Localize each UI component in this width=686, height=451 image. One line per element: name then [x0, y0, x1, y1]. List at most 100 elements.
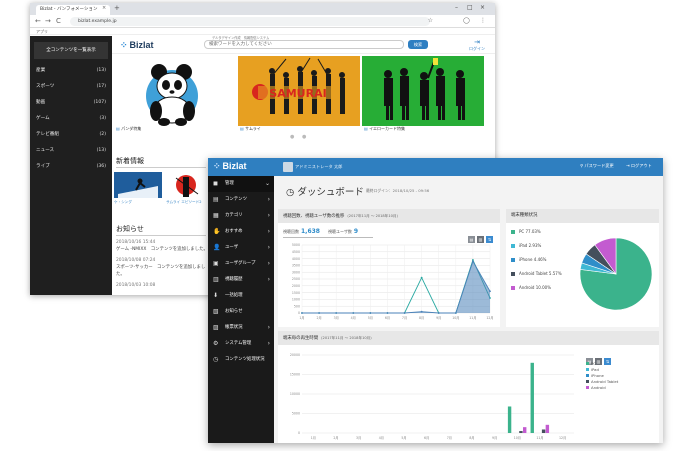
legend-label: iPhone — [591, 373, 604, 378]
banner-caption-samurai[interactable]: ▤ サムライ — [240, 126, 261, 132]
menu-item[interactable]: ⬇ 一括処理 — [208, 288, 274, 304]
y-tick-label: 5000 — [292, 243, 300, 247]
menu-label: ユーザ — [225, 245, 239, 250]
menu-item[interactable]: 👤 ユーザ › — [208, 240, 274, 256]
category-label: 産業 — [36, 68, 46, 73]
new-tab-button[interactable]: + — [114, 4, 120, 12]
menu-item[interactable]: ▨ 帳票状況 › — [208, 320, 274, 336]
search-button[interactable]: 検索 — [408, 40, 428, 49]
menu-icon: ▨ — [213, 324, 219, 331]
reload-icon[interactable]: C — [56, 17, 61, 25]
soccer-players-image — [384, 58, 465, 120]
profile-icon[interactable]: ◯ — [463, 17, 470, 24]
views-panel-title: 視聴回数、視聴ユーザ数の推移 — [283, 214, 345, 219]
views-stat-label: 視聴回数 — [283, 229, 299, 234]
series-area — [302, 261, 490, 313]
banner-caption-panda[interactable]: ▤ パンダ特集 — [116, 126, 141, 132]
legend-swatch — [511, 286, 515, 290]
legend-label: Android 10.00% — [519, 285, 551, 290]
x-tick-label: 4月 — [379, 436, 384, 440]
notice-section-title: お知らせ — [116, 225, 144, 233]
browser-tab[interactable]: Bizlat - バンフォメーション — [36, 5, 110, 15]
banner-caption-yellow-card[interactable]: ▤ イエローカード特集 — [364, 126, 405, 132]
menu-item[interactable]: ▧ お知らせ — [208, 304, 274, 320]
x-tick-label: 9月 — [492, 436, 497, 440]
login-button[interactable]: ⇥ ログイン — [467, 38, 487, 52]
banner-yellow-card[interactable] — [362, 56, 484, 126]
category-item[interactable]: 産業 (13) — [30, 63, 112, 79]
chevron-icon: › — [267, 260, 270, 267]
menu-item[interactable]: ▥ 視聴履歴 › — [208, 272, 274, 288]
category-label: テレビ番組 — [36, 132, 59, 137]
category-item[interactable]: ニュース (13) — [30, 143, 112, 159]
user-chip[interactable]: アドミニストレータ 太郎 — [283, 162, 342, 172]
brand-name: Bizlat — [222, 161, 247, 171]
users-stat-value: 9 — [353, 228, 359, 235]
category-item[interactable]: スポーツ (17) — [30, 79, 112, 95]
brand-name: Bizlat — [129, 40, 154, 50]
menu-item[interactable]: ⚙ システム管理 › — [208, 336, 274, 352]
category-item[interactable]: ライブ (36) — [30, 159, 112, 175]
device-panel-title: 端末種類状況 — [511, 213, 538, 218]
carousel-dots[interactable]: ● ● — [290, 134, 309, 140]
playtime-panel-range: (2017年11月 ～ 2018年10月) — [321, 336, 372, 340]
caption-icon: ▤ — [240, 126, 244, 131]
maximize-icon[interactable]: □ — [467, 4, 473, 11]
notice-item[interactable]: 2018/10/16 15:44 ゲーム -NMIXX コンテンツを追加しました。 — [116, 239, 210, 253]
banner-panda[interactable] — [114, 56, 236, 126]
caption-text: イエローカード特集 — [369, 126, 406, 131]
tab-title: Bizlat - バンフォメーション — [40, 7, 98, 12]
chevron-icon: › — [267, 212, 270, 219]
tab-close-icon[interactable]: × — [102, 5, 106, 11]
bookmark-star-icon[interactable]: ☆ — [428, 17, 433, 24]
category-item[interactable]: 動画 (107) — [30, 95, 112, 111]
menu-item[interactable]: ◼ 管理 ⌄ — [208, 176, 274, 192]
address-bar[interactable]: bizlat.example.jp — [70, 17, 430, 26]
browser-menu-icon[interactable]: ⋮ — [480, 17, 486, 24]
menu-item[interactable]: ▤ コンテンツ › — [208, 192, 274, 208]
menu-icon: ✋ — [213, 228, 221, 235]
menu-item[interactable]: ◷ コンテンツ処理状況 — [208, 352, 274, 368]
menu-item[interactable]: ✋ おすすめ › — [208, 224, 274, 240]
menu-icon: 👤 — [213, 244, 221, 251]
new-item-caption-1[interactable]: ケ・シング — [114, 199, 132, 206]
logout-icon: ⇥ — [626, 163, 630, 168]
notice-text: スポーツ-サッカー コンテンツを追加しました。 — [116, 265, 206, 277]
new-item-thumb-2[interactable] — [166, 172, 206, 198]
close-window-icon[interactable]: × — [480, 4, 485, 11]
back-arrow-icon[interactable]: ← — [35, 17, 41, 25]
forward-arrow-icon[interactable]: → — [45, 17, 51, 25]
legend-item: Android Tablet 5.57% — [511, 267, 573, 281]
y-tick-label: 5000 — [292, 412, 300, 416]
notice-item[interactable]: 2018/10/08 07:24 スポーツ-サッカー コンテンツを追加しました。 — [116, 257, 210, 278]
password-change-link[interactable]: ⚲ パスワード変更 — [580, 163, 614, 169]
logout-link[interactable]: ⇥ ログアウト — [626, 163, 652, 169]
bar — [507, 406, 512, 433]
menu-label: お知らせ — [225, 309, 243, 314]
device-pie-chart — [579, 237, 653, 311]
new-item-caption-2[interactable]: サムライ エピソード2 — [166, 199, 202, 206]
category-item[interactable]: テレビ番組 (2) — [30, 127, 112, 143]
menu-item[interactable]: ▣ ユーザグループ › — [208, 256, 274, 272]
category-item[interactable]: ゲーム (3) — [30, 111, 112, 127]
all-contents-button[interactable]: 全コンテンツを一覧表示 — [34, 42, 108, 59]
new-item-thumb-1[interactable] — [114, 172, 162, 198]
bookmark-apps[interactable]: アプリ — [36, 29, 48, 34]
menu-icon: ▤ — [213, 196, 219, 203]
dashboard-icon: ◷ — [286, 187, 295, 198]
menu-item[interactable]: ▦ カテゴリ › — [208, 208, 274, 224]
legend-swatch — [586, 362, 589, 365]
notice-item[interactable]: 2018/10/03 10:08 — [116, 282, 210, 289]
admin-logo[interactable]: ⁘ Bizlat — [213, 161, 247, 172]
chevron-icon: › — [267, 276, 270, 283]
minimize-icon[interactable]: – — [455, 4, 458, 11]
notice-date: 2018/10/03 10:08 — [116, 283, 156, 288]
search-input[interactable]: 検索ワードを入力してください — [204, 40, 404, 49]
data-point — [472, 260, 474, 263]
banner-samurai[interactable]: SAMURAI — [238, 56, 360, 126]
menu-label: ユーザグループ — [225, 261, 256, 266]
category-count: (13) — [96, 148, 106, 153]
chevron-icon: › — [267, 228, 270, 235]
site-logo[interactable]: ⁘ Bizlat — [120, 40, 154, 51]
data-point — [335, 312, 338, 314]
